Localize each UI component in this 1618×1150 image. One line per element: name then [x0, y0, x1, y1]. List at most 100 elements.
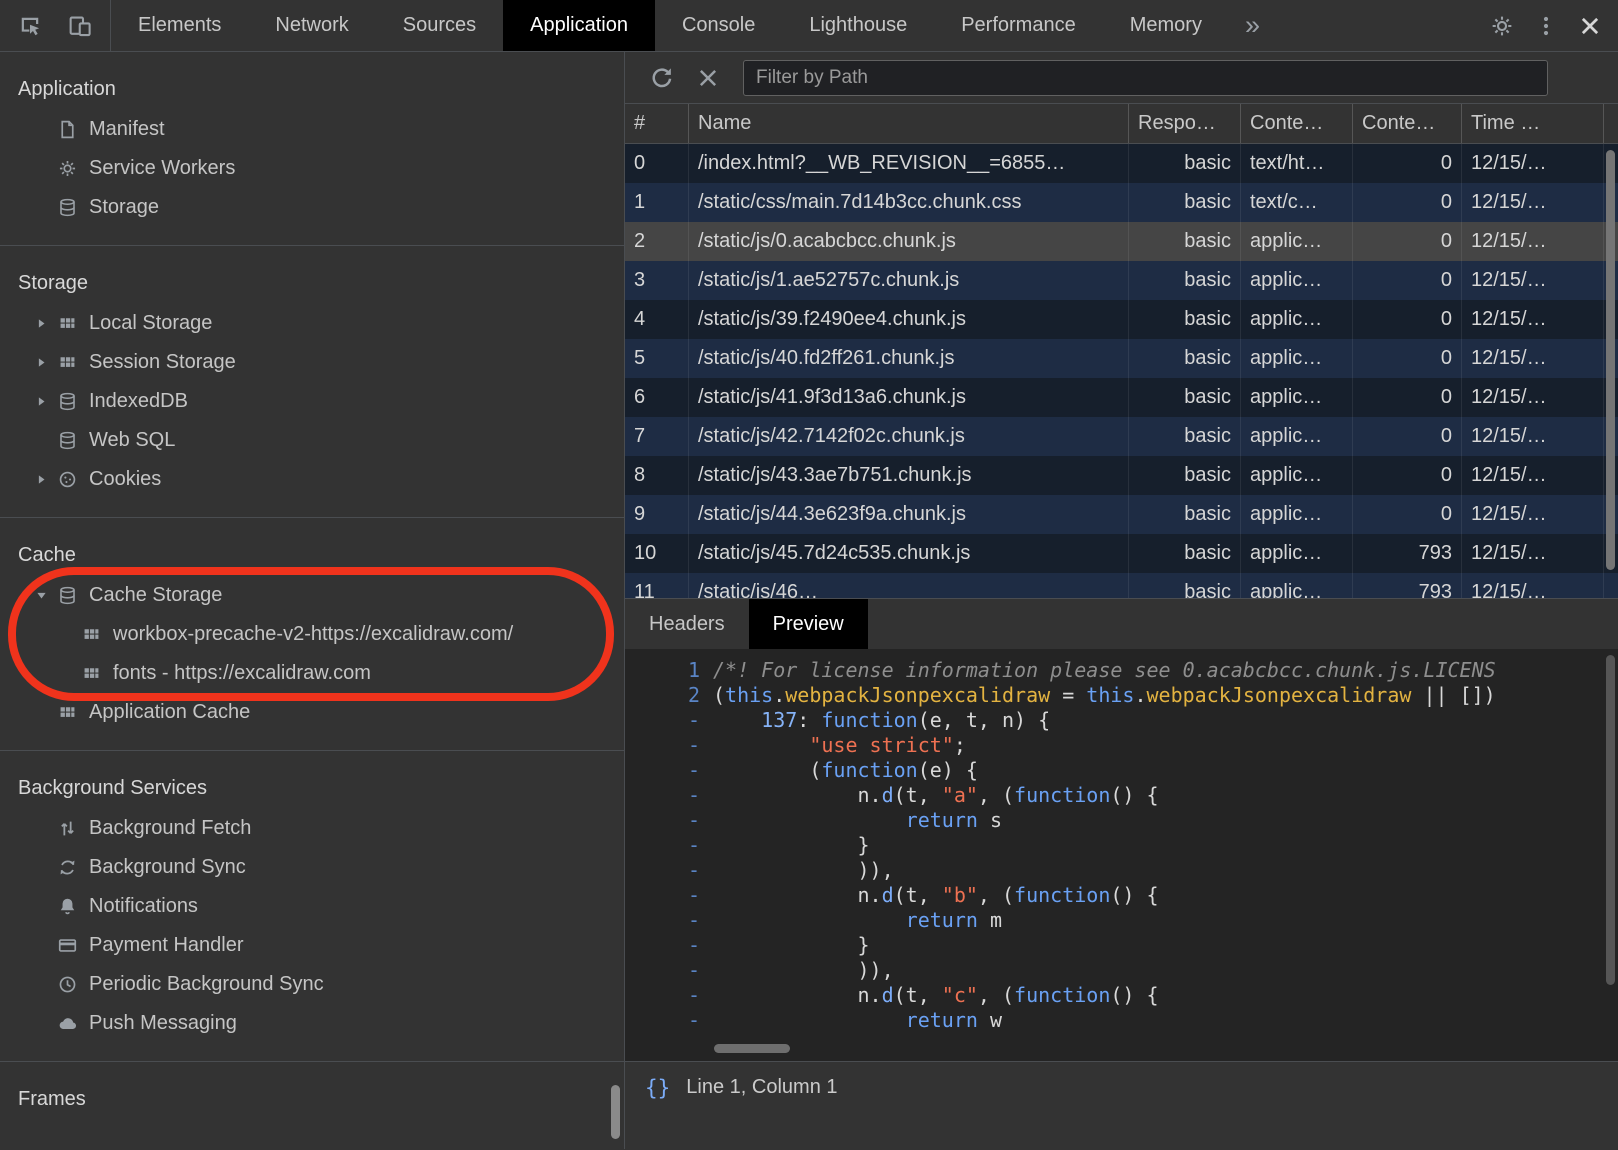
cell: basic: [1129, 339, 1241, 378]
card-icon: [54, 934, 80, 958]
sidebar-item-session-storage[interactable]: Session Storage: [0, 343, 624, 382]
kebab-menu-icon[interactable]: [1528, 8, 1564, 44]
sidebar-item-fonts-https-excalidraw-com[interactable]: fonts - https://excalidraw.com: [0, 654, 624, 693]
column-header-time[interactable]: Time …: [1462, 104, 1604, 143]
sidebar-item-cache-storage[interactable]: Cache Storage: [0, 576, 624, 615]
code-vertical-scrollbar[interactable]: [1606, 655, 1615, 985]
tab-elements[interactable]: Elements: [111, 0, 248, 51]
cache-entry-row[interactable]: 6/static/js/41.9f3d13a6.chunk.jsbasicapp…: [625, 378, 1618, 417]
inspect-element-icon[interactable]: [12, 8, 48, 44]
cell: applic…: [1241, 456, 1353, 495]
tab-application[interactable]: Application: [503, 0, 655, 51]
cell: 1: [625, 183, 689, 222]
sidebar-item-label: Cache Storage: [89, 584, 222, 607]
code-line: - }: [625, 933, 1618, 958]
format-code-icon[interactable]: {}: [645, 1076, 670, 1100]
sidebar-section-frames: Frames: [0, 1062, 624, 1138]
cell: 793: [1353, 573, 1462, 598]
sidebar-item-push-messaging[interactable]: Push Messaging: [0, 1004, 624, 1043]
sidebar-item-label: Manifest: [89, 118, 165, 141]
sidebar-item-label: Cookies: [89, 468, 161, 491]
cell: 7: [625, 417, 689, 456]
cell: 12/15/…: [1462, 456, 1604, 495]
cell: basic: [1129, 417, 1241, 456]
preview-tab-headers[interactable]: Headers: [625, 599, 749, 649]
column-header-conte[interactable]: Conte…: [1241, 104, 1353, 143]
code-horizontal-scrollbar[interactable]: [714, 1044, 790, 1053]
cache-toolbar: [625, 52, 1618, 104]
cache-entry-row[interactable]: 9/static/js/44.3e623f9a.chunk.jsbasicapp…: [625, 495, 1618, 534]
cache-entry-row[interactable]: 8/static/js/43.3ae7b751.chunk.jsbasicapp…: [625, 456, 1618, 495]
cell: /index.html?__WB_REVISION__=6855…: [689, 144, 1129, 183]
gear-icon: [54, 157, 80, 181]
table-scrollbar[interactable]: [1606, 150, 1615, 570]
sidebar-item-payment-handler[interactable]: Payment Handler: [0, 926, 624, 965]
line-number: -: [625, 983, 713, 1008]
gear-icon[interactable]: [1484, 8, 1520, 44]
sidebar-item-notifications[interactable]: Notifications: [0, 887, 624, 926]
sidebar-item-background-fetch[interactable]: Background Fetch: [0, 809, 624, 848]
section-title-cache: Cache: [0, 534, 624, 576]
triangle-right-icon[interactable]: [28, 355, 54, 370]
more-tabs-icon[interactable]: »: [1229, 0, 1276, 51]
table-header-row: #NameRespo…Conte…Conte…Time …: [625, 104, 1618, 144]
table-body: 0/index.html?__WB_REVISION__=6855…basict…: [625, 144, 1618, 598]
cell: applic…: [1241, 261, 1353, 300]
column-header-name[interactable]: Name: [689, 104, 1129, 143]
triangle-down-icon[interactable]: [28, 588, 54, 603]
table-icon: [54, 701, 80, 725]
sidebar-item-periodic-background-sync[interactable]: Periodic Background Sync: [0, 965, 624, 1004]
sidebar-item-manifest[interactable]: Manifest: [0, 110, 624, 149]
filter-input[interactable]: [743, 60, 1548, 96]
column-header-index[interactable]: #: [625, 104, 689, 143]
sidebar-item-service-workers[interactable]: Service Workers: [0, 149, 624, 188]
cell: applic…: [1241, 417, 1353, 456]
clear-icon[interactable]: [689, 59, 727, 97]
cache-entry-row[interactable]: 11/static/js/46…basicapplic…79312/15/…: [625, 573, 1618, 598]
cache-entry-row[interactable]: 10/static/js/45.7d24c535.chunk.jsbasicap…: [625, 534, 1618, 573]
sidebar-item-storage[interactable]: Storage: [0, 188, 624, 227]
cell: 5: [625, 339, 689, 378]
sidebar-scrollbar[interactable]: [611, 1085, 620, 1139]
triangle-right-icon[interactable]: [28, 472, 54, 487]
tab-performance[interactable]: Performance: [934, 0, 1103, 51]
devtools-body: ApplicationManifestService WorkersStorag…: [0, 52, 1618, 1149]
sidebar-item-cookies[interactable]: Cookies: [0, 460, 624, 499]
sidebar-item-local-storage[interactable]: Local Storage: [0, 304, 624, 343]
tab-sources[interactable]: Sources: [376, 0, 503, 51]
sidebar-item-web-sql[interactable]: Web SQL: [0, 421, 624, 460]
device-toolbar-icon[interactable]: [62, 8, 98, 44]
refresh-icon[interactable]: [643, 59, 681, 97]
triangle-right-icon[interactable]: [28, 394, 54, 409]
sidebar-item-label: Periodic Background Sync: [89, 973, 324, 996]
tab-console[interactable]: Console: [655, 0, 782, 51]
cache-entry-row[interactable]: 5/static/js/40.fd2ff261.chunk.jsbasicapp…: [625, 339, 1618, 378]
tab-network[interactable]: Network: [248, 0, 375, 51]
file-icon: [54, 118, 80, 142]
line-number: -: [625, 833, 713, 858]
statusbar: {} Line 1, Column 1: [625, 1061, 1618, 1113]
preview-tab-preview[interactable]: Preview: [749, 599, 868, 649]
column-header-respo[interactable]: Respo…: [1129, 104, 1241, 143]
cache-entry-row[interactable]: 4/static/js/39.f2490ee4.chunk.jsbasicapp…: [625, 300, 1618, 339]
cache-entry-row[interactable]: 0/index.html?__WB_REVISION__=6855…basict…: [625, 144, 1618, 183]
cache-entry-row[interactable]: 7/static/js/42.7142f02c.chunk.jsbasicapp…: [625, 417, 1618, 456]
cell: 12/15/…: [1462, 573, 1604, 598]
tab-lighthouse[interactable]: Lighthouse: [782, 0, 934, 51]
column-header-conte[interactable]: Conte…: [1353, 104, 1462, 143]
cell: applic…: [1241, 495, 1353, 534]
cache-entry-row[interactable]: 2/static/js/0.acabcbcc.chunk.jsbasicappl…: [625, 222, 1618, 261]
cell: 12/15/…: [1462, 183, 1604, 222]
close-icon[interactable]: [1572, 8, 1608, 44]
sidebar-item-indexeddb[interactable]: IndexedDB: [0, 382, 624, 421]
sidebar-item-workbox-precache-v2-https-excalidraw-com[interactable]: workbox-precache-v2-https://excalidraw.c…: [0, 615, 624, 654]
triangle-right-icon[interactable]: [28, 316, 54, 331]
tab-memory[interactable]: Memory: [1103, 0, 1229, 51]
table-icon: [54, 351, 80, 375]
cache-entry-row[interactable]: 3/static/js/1.ae52757c.chunk.jsbasicappl…: [625, 261, 1618, 300]
sidebar-item-background-sync[interactable]: Background Sync: [0, 848, 624, 887]
cell: /static/js/41.9f3d13a6.chunk.js: [689, 378, 1129, 417]
cache-entry-row[interactable]: 1/static/css/main.7d14b3cc.chunk.cssbasi…: [625, 183, 1618, 222]
sidebar-item-label: Local Storage: [89, 312, 212, 335]
sidebar-item-application-cache[interactable]: Application Cache: [0, 693, 624, 732]
